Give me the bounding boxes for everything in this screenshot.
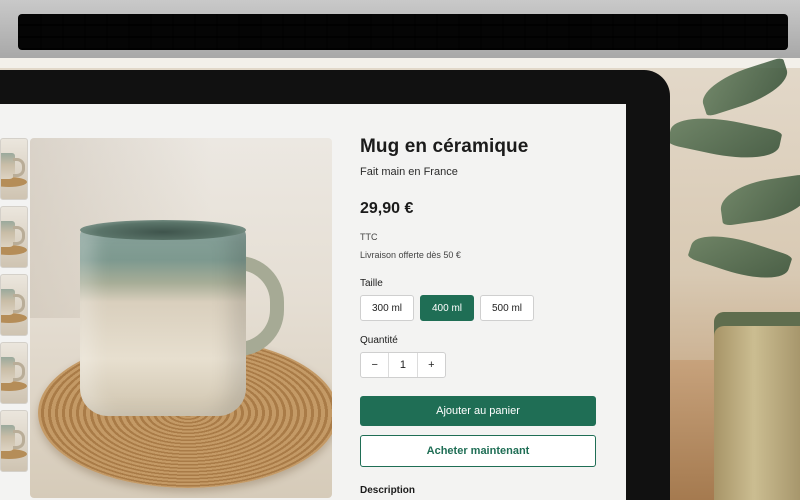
mug-body	[80, 226, 246, 416]
tax-note: TTC	[360, 232, 378, 242]
thumbnail-gallery	[0, 138, 28, 478]
description-heading: Description	[360, 485, 416, 496]
size-option-500[interactable]: 500 ml	[480, 295, 534, 321]
thumbnail-5[interactable]	[0, 410, 28, 472]
thumbnail-1[interactable]	[0, 138, 28, 200]
keyboard	[18, 14, 788, 50]
size-label: Taille	[360, 278, 383, 289]
add-to-cart-button[interactable]: Ajouter au panier	[360, 396, 596, 426]
divider-band	[0, 58, 800, 68]
shipping-note: Livraison offerte dès 50 €	[360, 250, 461, 260]
product-info: Mug en céramique Fait main en France 29,…	[360, 136, 610, 496]
quantity-stepper: − 1 +	[360, 352, 446, 378]
buy-now-button[interactable]: Acheter maintenant	[360, 435, 596, 467]
size-option-400[interactable]: 400 ml	[420, 295, 474, 321]
product-title: Mug en céramique	[360, 136, 529, 157]
product-subtitle: Fait main en France	[360, 166, 458, 178]
side-mug	[714, 312, 800, 500]
size-option-300[interactable]: 300 ml	[360, 295, 414, 321]
thumbnail-3[interactable]	[0, 274, 28, 336]
quantity-label: Quantité	[360, 335, 398, 346]
product-image	[30, 138, 332, 498]
quantity-decrease-button[interactable]: −	[361, 353, 388, 377]
thumbnail-2[interactable]	[0, 206, 28, 268]
mug-rim	[80, 220, 246, 240]
product-price: 29,90 €	[360, 200, 414, 217]
quantity-increase-button[interactable]: +	[418, 353, 445, 377]
background-laptop	[0, 0, 800, 58]
plant-decoration	[660, 56, 800, 330]
quantity-value[interactable]: 1	[388, 353, 418, 377]
product-page: Mug en céramique Fait main en France 29,…	[0, 104, 626, 500]
size-selector: 300 ml 400 ml 500 ml	[360, 295, 610, 321]
thumbnail-4[interactable]	[0, 342, 28, 404]
photo-scene: Mug en céramique Fait main en France 29,…	[0, 0, 800, 500]
